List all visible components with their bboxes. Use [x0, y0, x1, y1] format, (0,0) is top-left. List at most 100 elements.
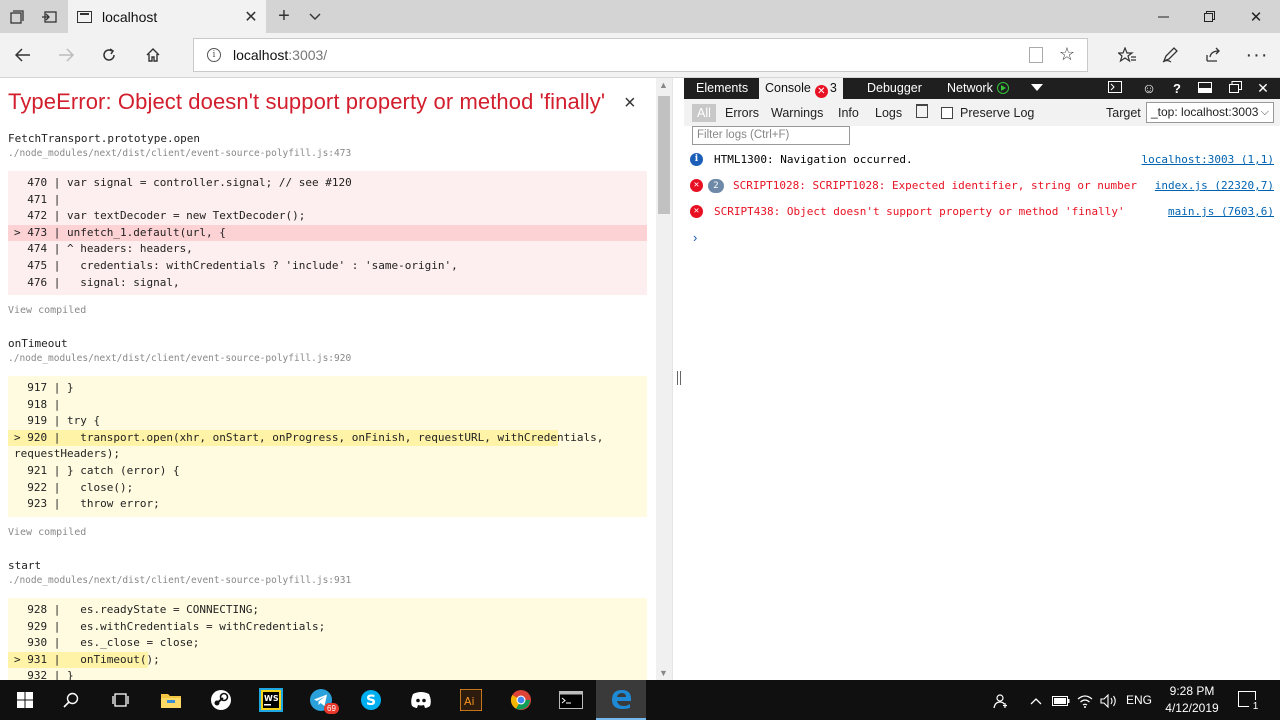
info-icon: i: [690, 153, 703, 166]
notes-pen-icon[interactable]: [1153, 39, 1187, 71]
favorites-list-icon[interactable]: [1110, 39, 1144, 71]
tab-network[interactable]: Network: [941, 78, 1015, 99]
tab-preview-chevron-icon[interactable]: [298, 0, 332, 33]
console-input-prompt[interactable]: ›: [693, 230, 697, 245]
code-line: 922 | close();: [14, 480, 134, 494]
tab-actions-icon[interactable]: [0, 0, 34, 33]
stack-frame-path[interactable]: ./node_modules/next/dist/client/event-so…: [8, 148, 351, 159]
browser-tab[interactable]: localhost ✕: [68, 0, 266, 33]
site-info-icon[interactable]: i: [207, 48, 221, 62]
chrome-icon[interactable]: [496, 680, 546, 720]
input-language[interactable]: ENG: [1122, 680, 1156, 720]
dock-icon[interactable]: [1192, 78, 1218, 99]
command-prompt-icon[interactable]: [546, 680, 596, 720]
view-compiled-link[interactable]: View compiled: [8, 305, 86, 316]
skype-icon[interactable]: S: [346, 680, 396, 720]
forward-icon[interactable]: [49, 39, 83, 71]
code-line-highlighted: > 920 | transport.open(xhr, onStart, onP…: [8, 429, 603, 447]
restore-icon[interactable]: [1186, 0, 1232, 33]
network-record-icon: [996, 82, 1009, 94]
code-line-highlighted: > 473 | unfetch_1.default(url, {: [8, 224, 647, 242]
search-icon[interactable]: [46, 680, 96, 720]
share-icon[interactable]: [1196, 39, 1230, 71]
code-line: 929 | es.withCredentials = withCredentia…: [14, 619, 326, 633]
filter-errors[interactable]: Errors: [720, 104, 764, 122]
filter-info[interactable]: Info: [833, 104, 864, 122]
wifi-icon[interactable]: [1074, 680, 1096, 720]
telegram-icon[interactable]: 69: [296, 680, 346, 720]
undock-icon[interactable]: [1222, 78, 1248, 99]
tab-console[interactable]: Console ✕ 3: [759, 78, 843, 99]
address-bar[interactable]: i localhost:3003/ ☆: [193, 38, 1088, 72]
preserve-log-label: Preserve Log: [960, 106, 1035, 120]
scrollbar-thumb[interactable]: [658, 96, 670, 214]
console-drawer-icon[interactable]: [1102, 78, 1128, 99]
illustrator-icon[interactable]: Ai: [446, 680, 496, 720]
filter-logs[interactable]: Logs: [870, 104, 907, 122]
target-label: Target: [1106, 106, 1141, 120]
console-message: i HTML1300: Navigation occurred. localho…: [684, 147, 1280, 173]
code-line: 930 | es._close = close;: [14, 636, 200, 650]
code-line: 471 |: [14, 192, 61, 206]
reading-view-icon[interactable]: [1029, 47, 1043, 63]
close-overlay-icon[interactable]: ×: [624, 92, 636, 115]
feedback-smiley-icon[interactable]: ☺: [1136, 78, 1162, 99]
stack-frame-path[interactable]: ./node_modules/next/dist/client/event-so…: [8, 353, 351, 364]
console-toolbar: All Errors Warnings Info Logs Preserve L…: [684, 99, 1280, 126]
file-explorer-icon[interactable]: [146, 680, 196, 720]
tab-close-icon[interactable]: ✕: [236, 7, 266, 27]
edge-icon[interactable]: [596, 680, 646, 720]
home-icon[interactable]: [136, 39, 170, 71]
splitter-grip-icon[interactable]: [677, 371, 681, 385]
title-bar: localhost ✕ + ✕: [0, 0, 1280, 33]
minimize-icon[interactable]: [1140, 0, 1186, 33]
scroll-down-icon[interactable]: ▼: [659, 668, 668, 678]
task-view-icon[interactable]: [96, 680, 146, 720]
source-link[interactable]: index.js (22320,7): [1155, 173, 1274, 199]
devtools-splitter[interactable]: [672, 78, 684, 680]
steam-icon[interactable]: [196, 680, 246, 720]
volume-icon[interactable]: [1098, 680, 1120, 720]
webstorm-icon[interactable]: WS: [246, 680, 296, 720]
devtools-tab-bar: Elements Console ✕ 3 Debugger Network ☺ ? …: [684, 78, 1280, 99]
favorite-star-icon[interactable]: ☆: [1059, 44, 1075, 65]
set-tabs-aside-icon[interactable]: [32, 0, 66, 33]
more-tools-chevron-icon[interactable]: [1024, 78, 1050, 99]
clock[interactable]: 9:28 PM 4/12/2019: [1160, 683, 1224, 717]
svg-text:Ai: Ai: [464, 695, 475, 708]
filter-logs-input[interactable]: Filter logs (Ctrl+F): [692, 126, 850, 145]
filter-warnings[interactable]: Warnings: [766, 104, 828, 122]
filter-all[interactable]: All: [692, 104, 716, 122]
more-options-icon[interactable]: ···: [1240, 39, 1274, 71]
tab-debugger[interactable]: Debugger: [861, 78, 928, 99]
target-select[interactable]: _top: localhost:3003 ⌵: [1146, 102, 1274, 123]
back-icon[interactable]: [6, 39, 40, 71]
close-devtools-icon[interactable]: ✕: [1250, 78, 1276, 99]
console-message: ✕ SCRIPT438: Object doesn't support prop…: [684, 199, 1280, 225]
clear-console-trash-icon[interactable]: [916, 104, 928, 118]
show-hidden-icons-chevron-icon[interactable]: [1026, 680, 1046, 720]
error-title: TypeError: Object doesn't support proper…: [8, 89, 606, 114]
refresh-icon[interactable]: [92, 39, 126, 71]
code-line: 932 | }: [14, 669, 74, 680]
view-compiled-link[interactable]: View compiled: [8, 527, 86, 538]
code-line: 472 | var textDecoder = new TextDecoder(…: [14, 209, 306, 223]
error-icon: ✕: [690, 179, 703, 192]
help-icon[interactable]: ?: [1164, 78, 1190, 99]
scroll-up-icon[interactable]: ▲: [659, 80, 668, 90]
page-scrollbar[interactable]: ▲ ▼: [656, 78, 672, 680]
battery-icon[interactable]: [1050, 680, 1072, 720]
start-windows-icon[interactable]: [0, 680, 50, 720]
preserve-log-checkbox[interactable]: [941, 107, 953, 119]
clock-date: 4/12/2019: [1165, 701, 1219, 715]
new-tab-icon[interactable]: +: [267, 0, 301, 33]
source-link[interactable]: main.js (7603,6): [1168, 199, 1274, 225]
tab-elements[interactable]: Elements: [690, 78, 754, 99]
people-icon[interactable]: [990, 680, 1012, 720]
discord-icon[interactable]: [396, 680, 446, 720]
notification-count: 1: [1249, 700, 1262, 713]
source-link[interactable]: localhost:3003 (1,1): [1142, 147, 1274, 173]
close-window-icon[interactable]: ✕: [1233, 0, 1279, 33]
svg-text:S: S: [366, 693, 376, 709]
stack-frame-path[interactable]: ./node_modules/next/dist/client/event-so…: [8, 575, 351, 586]
